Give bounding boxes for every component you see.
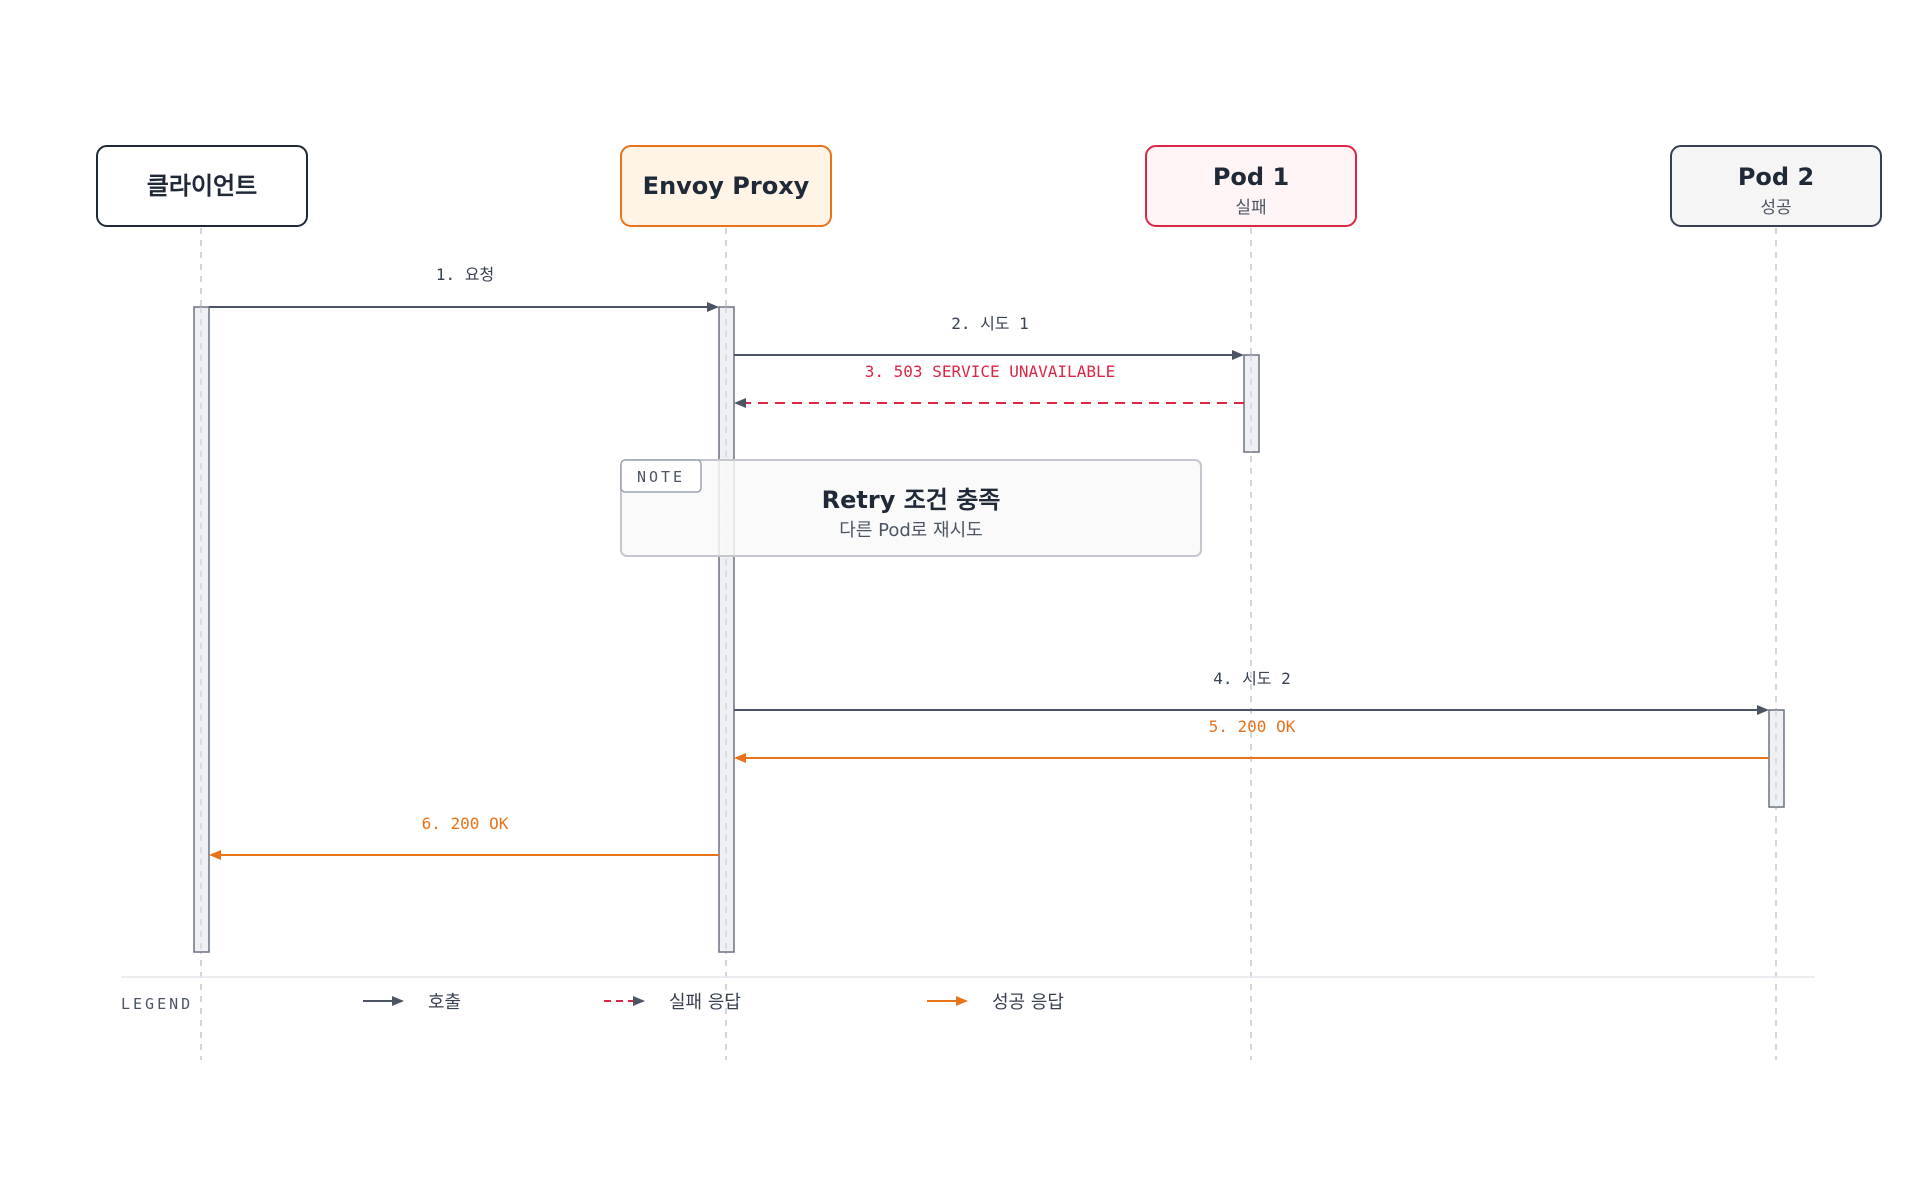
legend: LEGEND 호출 실패 응답 성공 응답 — [121, 992, 1064, 1013]
legend-title: LEGEND — [121, 995, 193, 1013]
legend-item-fail-label: 실패 응답 — [669, 992, 741, 1013]
participant-client-title: 클라이언트 — [147, 172, 257, 200]
note-tag: NOTE — [637, 468, 685, 486]
message-2-attempt-1: 2. 시도 1 — [734, 314, 1244, 360]
participant-pod1: Pod 1 실패 — [1145, 145, 1357, 227]
message-1-label: 1. 요청 — [436, 265, 494, 284]
participant-pod1-title: Pod 1 — [1213, 163, 1289, 191]
participant-envoy-title: Envoy Proxy — [643, 172, 810, 200]
legend-item-call: 호출 — [363, 992, 461, 1013]
message-3-label: 3. 503 SERVICE UNAVAILABLE — [865, 362, 1115, 381]
sequence-diagram: 클라이언트 Envoy Proxy Pod 1 실패 Pod 2 성공 1. 요… — [96, 145, 1882, 1060]
participant-pod2-subtitle: 성공 — [1760, 198, 1791, 218]
message-6-200-ok: 6. 200 OK — [209, 814, 719, 860]
note-subtitle: 다른 Pod로 재시도 — [839, 520, 982, 541]
retry-note: NOTE Retry 조건 충족 다른 Pod로 재시도 — [620, 459, 1202, 557]
legend-item-fail: 실패 응답 — [604, 992, 741, 1013]
participant-client: 클라이언트 — [96, 145, 308, 227]
message-4-label: 4. 시도 2 — [1213, 669, 1291, 688]
participant-pod2: Pod 2 성공 — [1670, 145, 1882, 227]
participant-pod2-title: Pod 2 — [1738, 163, 1814, 191]
message-6-label: 6. 200 OK — [422, 814, 509, 833]
message-1-request: 1. 요청 — [209, 265, 719, 312]
note-title: Retry 조건 충족 — [822, 486, 1001, 514]
legend-item-success-label: 성공 응답 — [992, 992, 1064, 1013]
message-5-200-ok: 5. 200 OK — [734, 717, 1769, 763]
legend-item-success: 성공 응답 — [927, 992, 1064, 1013]
message-5-label: 5. 200 OK — [1209, 717, 1296, 736]
participant-pod1-subtitle: 실패 — [1235, 198, 1266, 218]
message-2-label: 2. 시도 1 — [951, 314, 1029, 333]
participant-envoy: Envoy Proxy — [620, 145, 832, 227]
message-3-503: 3. 503 SERVICE UNAVAILABLE — [734, 362, 1244, 408]
legend-item-call-label: 호출 — [428, 992, 461, 1013]
